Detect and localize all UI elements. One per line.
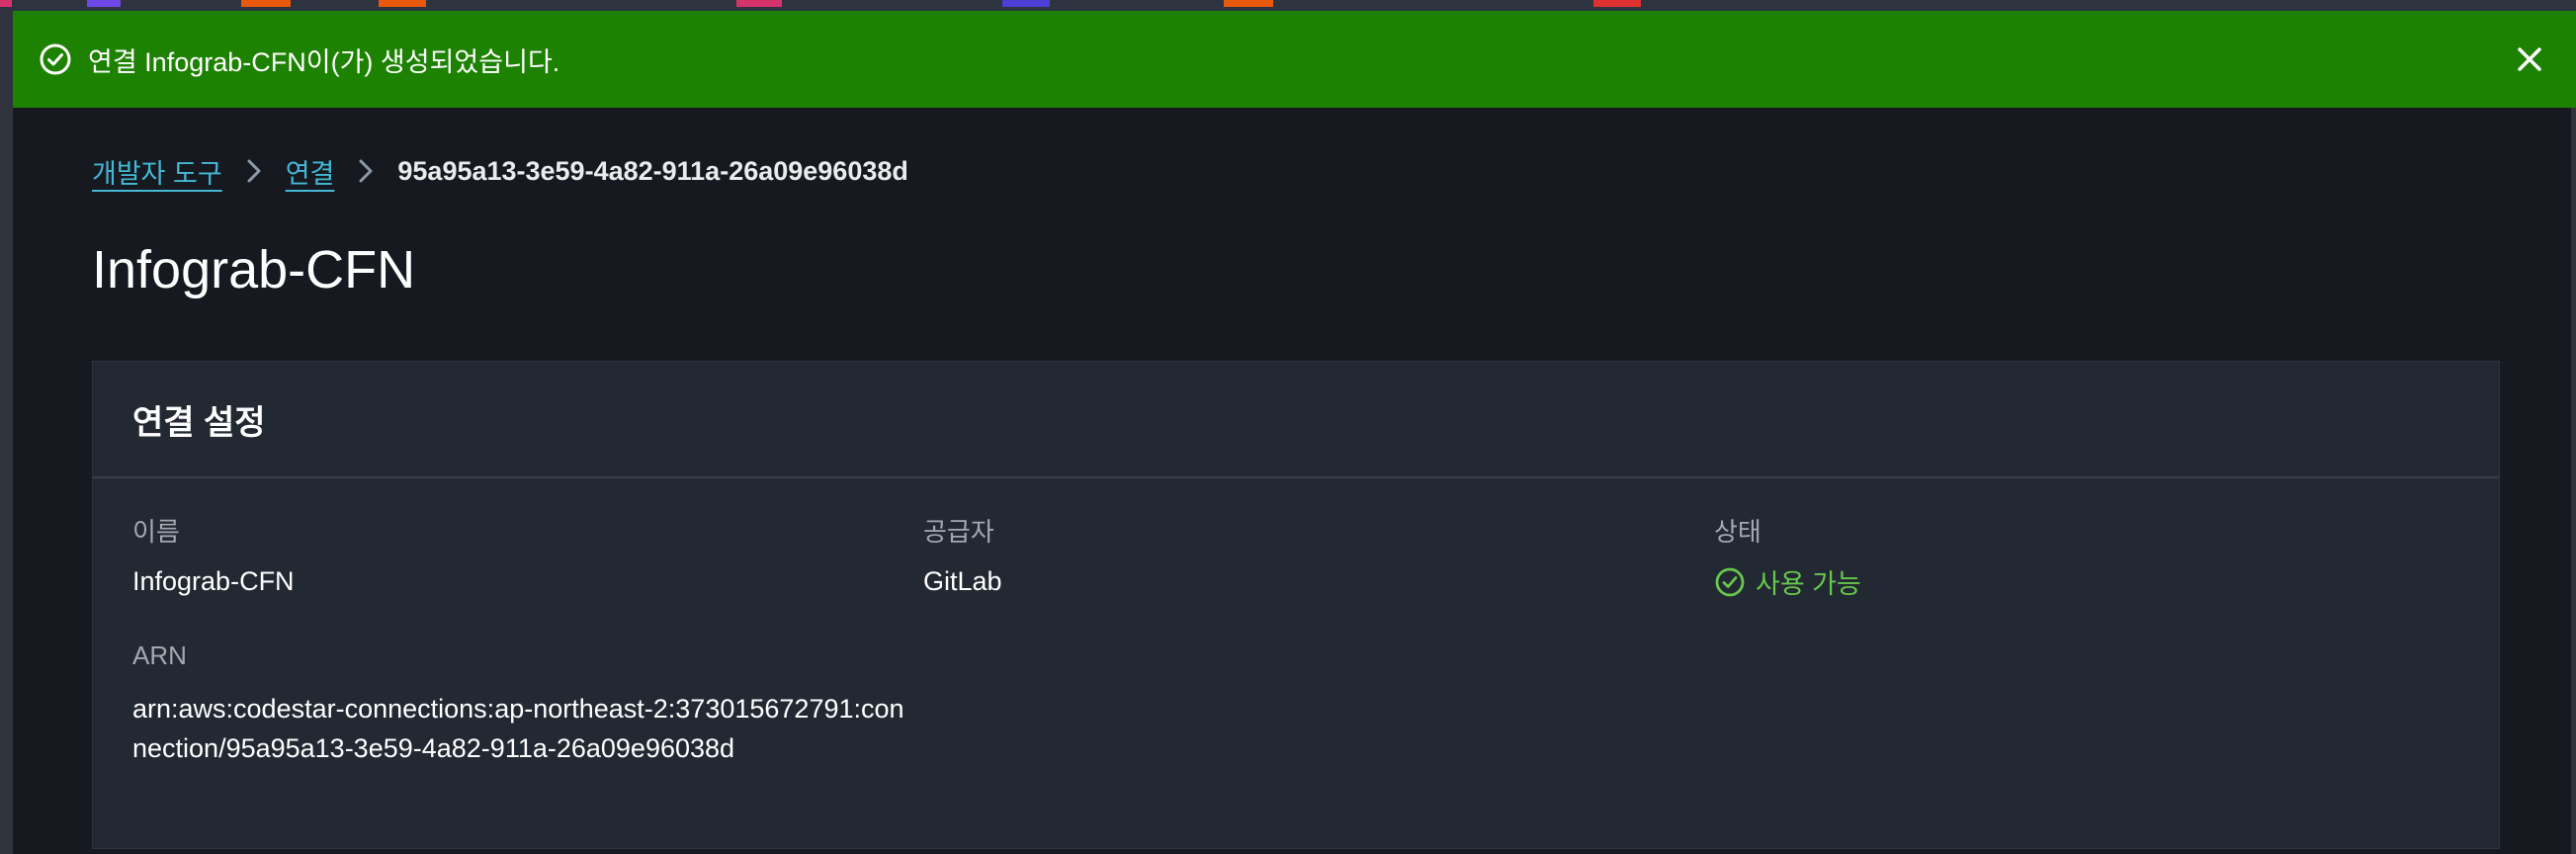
chevron-right-icon — [244, 157, 264, 185]
scrollbar[interactable] — [2571, 11, 2576, 854]
breadcrumb-current: 95a95a13-3e59-4a82-911a-26a09e96038d — [397, 155, 908, 186]
tab-color-marker — [736, 0, 782, 7]
chevron-right-icon — [356, 157, 376, 185]
tab-color-marker — [241, 0, 291, 7]
arn-field: ARN arn:aws:codestar-connections:ap-nort… — [132, 640, 913, 768]
provider-label: 공급자 — [923, 517, 994, 547]
provider-value: GitLab — [923, 566, 1002, 596]
main-content: 개발자 도구 연결 95a95a13-3e59-4a82-911a-26a09e… — [13, 108, 2571, 854]
tab-color-marker — [379, 0, 426, 7]
status-label: 상태 — [1714, 517, 1761, 547]
name-field: 이름 Infograb-CFN — [132, 512, 295, 597]
breadcrumb: 개발자 도구 연결 95a95a13-3e59-4a82-911a-26a09e… — [92, 151, 908, 191]
breadcrumb-link-developer-tools[interactable]: 개발자 도구 — [92, 152, 222, 191]
tab-color-marker — [1593, 0, 1641, 7]
browser-top-strip — [0, 0, 2576, 11]
connection-settings-panel: 연결 설정 이름 Infograb-CFN 공급자 GitLab 상태 사용 가… — [92, 361, 2500, 849]
tab-color-marker — [1224, 0, 1273, 7]
flash-message: 연결 Infograb-CFN이(가) 생성되었습니다. — [88, 46, 560, 77]
arn-label: ARN — [132, 640, 187, 670]
page-title: Infograb-CFN — [92, 240, 416, 299]
provider-field: 공급자 GitLab — [923, 512, 1002, 597]
status-field: 상태 사용 가능 — [1714, 512, 1861, 601]
check-circle-icon — [39, 43, 72, 76]
arn-value: arn:aws:codestar-connections:ap-northeas… — [132, 694, 904, 763]
breadcrumb-link-connections[interactable]: 연결 — [286, 152, 335, 191]
tab-color-marker — [0, 0, 12, 7]
check-circle-icon — [1714, 566, 1746, 598]
side-navigation-rail[interactable] — [0, 11, 13, 854]
panel-title: 연결 설정 — [132, 403, 266, 442]
success-flash-bar: 연결 Infograb-CFN이(가) 생성되었습니다. — [13, 11, 2576, 108]
tab-color-marker — [87, 0, 121, 7]
name-value: Infograb-CFN — [132, 566, 295, 596]
panel-header: 연결 설정 — [93, 362, 2499, 478]
tab-color-marker — [1002, 0, 1050, 7]
name-label: 이름 — [132, 517, 180, 547]
close-icon[interactable] — [2513, 43, 2546, 76]
status-indicator: 사용 가능 — [1714, 562, 1861, 601]
status-value: 사용 가능 — [1756, 569, 1861, 599]
